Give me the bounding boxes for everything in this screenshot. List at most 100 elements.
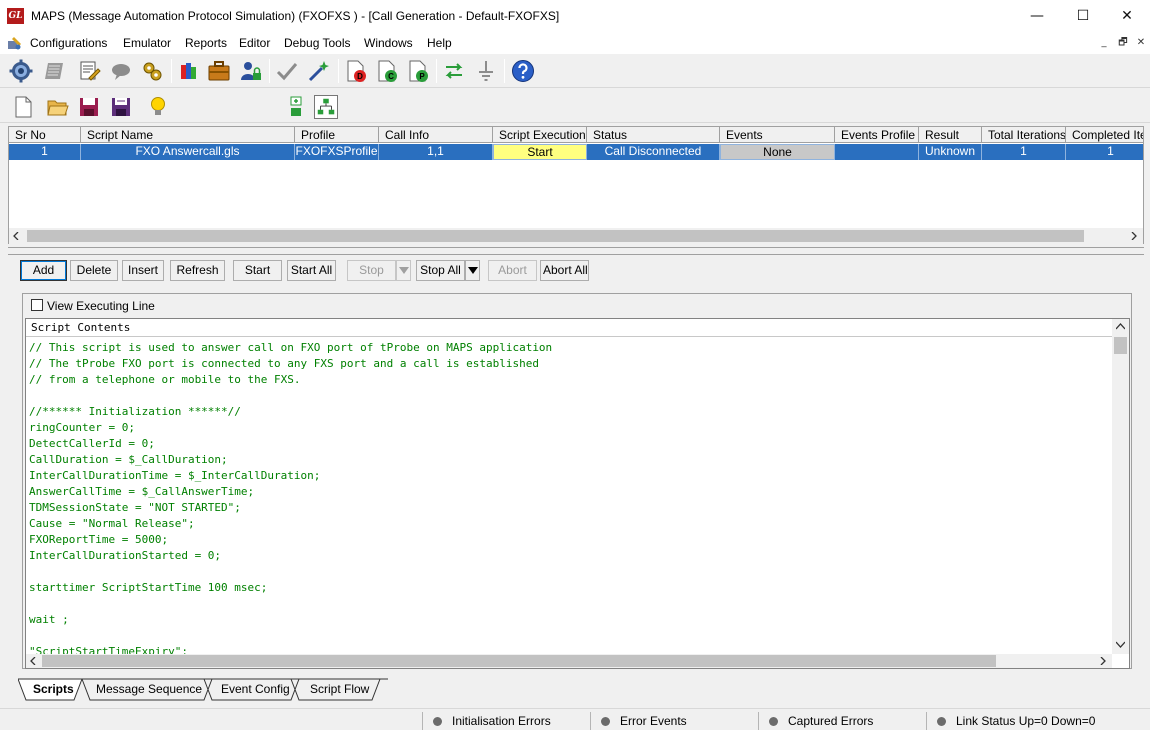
column-header-call-info[interactable]: Call Info: [379, 127, 493, 143]
column-header-status[interactable]: Status: [587, 127, 720, 143]
column-header-result[interactable]: Result: [919, 127, 982, 143]
user-lock-icon[interactable]: [239, 59, 263, 83]
chevron-down-icon: [468, 267, 478, 274]
cell-script-execution[interactable]: Start: [493, 144, 587, 160]
start-all-button[interactable]: Start All: [287, 260, 336, 281]
pane-splitter[interactable]: [8, 247, 1144, 255]
database-icon[interactable]: [177, 59, 201, 83]
ground-icon[interactable]: [474, 59, 498, 83]
column-header-profile[interactable]: Profile: [295, 127, 379, 143]
script-list-icon[interactable]: [42, 59, 66, 83]
cell-script-name[interactable]: FXO Answercall.gls: [81, 144, 295, 160]
help-icon[interactable]: [511, 59, 535, 83]
tab-message-sequence[interactable]: Message Sequence: [96, 678, 202, 700]
cell-completed-iterations[interactable]: 1: [1066, 144, 1143, 160]
profile-edit-icon[interactable]: [78, 59, 102, 83]
grid-horizontal-scrollbar[interactable]: [9, 228, 1143, 244]
call-flow-icon[interactable]: [442, 59, 466, 83]
script-code[interactable]: // This script is used to answer call on…: [29, 340, 1109, 654]
document-p-icon[interactable]: P: [406, 59, 430, 83]
tools-icon[interactable]: [140, 59, 164, 83]
stop-all-dropdown[interactable]: [465, 260, 480, 281]
cell-sr-no[interactable]: 1: [9, 144, 81, 160]
code-horizontal-scrollbar[interactable]: [26, 654, 1112, 668]
abort-all-button[interactable]: Abort All: [540, 260, 589, 281]
code-scroll-thumb[interactable]: [1114, 337, 1127, 354]
cell-total-iterations[interactable]: 1: [982, 144, 1066, 160]
abort-button[interactable]: Abort: [488, 260, 537, 281]
scroll-left-icon[interactable]: [29, 657, 37, 665]
cell-profile[interactable]: FXOFXSProfile: [295, 144, 379, 160]
refresh-button[interactable]: Refresh: [170, 260, 225, 281]
stop-all-button[interactable]: Stop All: [416, 260, 465, 281]
mdi-minimize-button[interactable]: _: [1097, 36, 1111, 50]
tab-scripts[interactable]: Scripts: [33, 678, 74, 700]
stop-button[interactable]: Stop: [347, 260, 396, 281]
menu-emulator[interactable]: Emulator: [123, 36, 171, 50]
cell-events-profile[interactable]: [835, 144, 919, 160]
scroll-right-icon[interactable]: [1099, 657, 1107, 665]
column-header-sr-no[interactable]: Sr No: [9, 127, 81, 143]
cell-result[interactable]: Unknown: [919, 144, 982, 160]
tab-event-config[interactable]: Event Config: [221, 678, 290, 700]
menu-reports[interactable]: Reports: [185, 36, 227, 50]
menu-configurations[interactable]: Configurations: [30, 36, 107, 50]
expand-icon[interactable]: [285, 95, 309, 119]
configuration-gear-icon[interactable]: [9, 59, 33, 83]
menu-help[interactable]: Help: [427, 36, 452, 50]
cell-call-info[interactable]: 1,1: [379, 144, 493, 160]
tab-script-flow[interactable]: Script Flow: [310, 678, 369, 700]
column-header-script-name[interactable]: Script Name: [81, 127, 295, 143]
close-button[interactable]: ✕: [1104, 0, 1150, 32]
view-tabs: Scripts Message Sequence Event Config Sc…: [18, 678, 1136, 702]
stop-dropdown[interactable]: [396, 260, 411, 281]
maximize-button[interactable]: ☐: [1060, 0, 1106, 32]
add-button[interactable]: Add: [20, 260, 67, 281]
message-icon[interactable]: [109, 59, 133, 83]
mdi-close-button[interactable]: ✕: [1134, 36, 1148, 50]
mdi-restore-button[interactable]: 🗗: [1116, 36, 1130, 50]
status-initialisation-errors[interactable]: Initialisation Errors: [422, 712, 588, 730]
check-icon[interactable]: [275, 59, 299, 83]
document-c-icon[interactable]: C: [375, 59, 399, 83]
scroll-right-icon[interactable]: [1130, 232, 1138, 240]
cell-events[interactable]: None: [720, 144, 835, 160]
document-d-icon[interactable]: D: [344, 59, 368, 83]
delete-button[interactable]: Delete: [70, 260, 118, 281]
status-bar: Initialisation Errors Error Events Captu…: [0, 708, 1150, 730]
start-button[interactable]: Start: [233, 260, 282, 281]
status-link-status[interactable]: Link Status Up=0 Down=0: [926, 712, 1132, 730]
code-hscroll-thumb[interactable]: [42, 655, 996, 667]
scroll-up-icon[interactable]: [1116, 323, 1125, 330]
briefcase-icon[interactable]: [207, 59, 231, 83]
cell-status[interactable]: Call Disconnected: [587, 144, 720, 160]
menu-debug-tools[interactable]: Debug Tools: [284, 36, 351, 50]
menu-windows[interactable]: Windows: [364, 36, 413, 50]
insert-button[interactable]: Insert: [122, 260, 164, 281]
column-header-completed-iterations[interactable]: Completed Itera: [1066, 127, 1143, 143]
code-vertical-scrollbar[interactable]: [1112, 319, 1129, 654]
save-icon[interactable]: [77, 95, 101, 119]
column-header-script-execution[interactable]: Script Execution: [493, 127, 587, 143]
toolbar-separator: [338, 59, 339, 83]
wizard-icon[interactable]: [307, 59, 331, 83]
open-folder-icon[interactable]: [46, 95, 70, 119]
scroll-down-icon[interactable]: [1116, 641, 1125, 648]
minimize-button[interactable]: —: [1014, 0, 1060, 32]
tree-icon[interactable]: [314, 95, 338, 119]
column-header-events[interactable]: Events: [720, 127, 835, 143]
column-header-total-iterations[interactable]: Total Iterations: [982, 127, 1066, 143]
view-executing-line-label[interactable]: View Executing Line: [47, 299, 155, 313]
status-captured-errors[interactable]: Captured Errors: [758, 712, 924, 730]
new-file-icon[interactable]: [11, 95, 35, 119]
status-error-events[interactable]: Error Events: [590, 712, 756, 730]
script-grid[interactable]: Sr No Script Name Profile Call Info Scri…: [8, 126, 1144, 244]
grid-scroll-thumb[interactable]: [27, 230, 1084, 242]
menu-editor[interactable]: Editor: [239, 36, 270, 50]
mdi-child-icon[interactable]: [7, 35, 23, 51]
view-executing-line-checkbox[interactable]: [31, 299, 43, 311]
bulb-icon[interactable]: [146, 95, 170, 119]
column-header-events-profile[interactable]: Events Profile: [835, 127, 919, 143]
save-as-icon[interactable]: [109, 95, 133, 119]
scroll-left-icon[interactable]: [12, 232, 20, 240]
